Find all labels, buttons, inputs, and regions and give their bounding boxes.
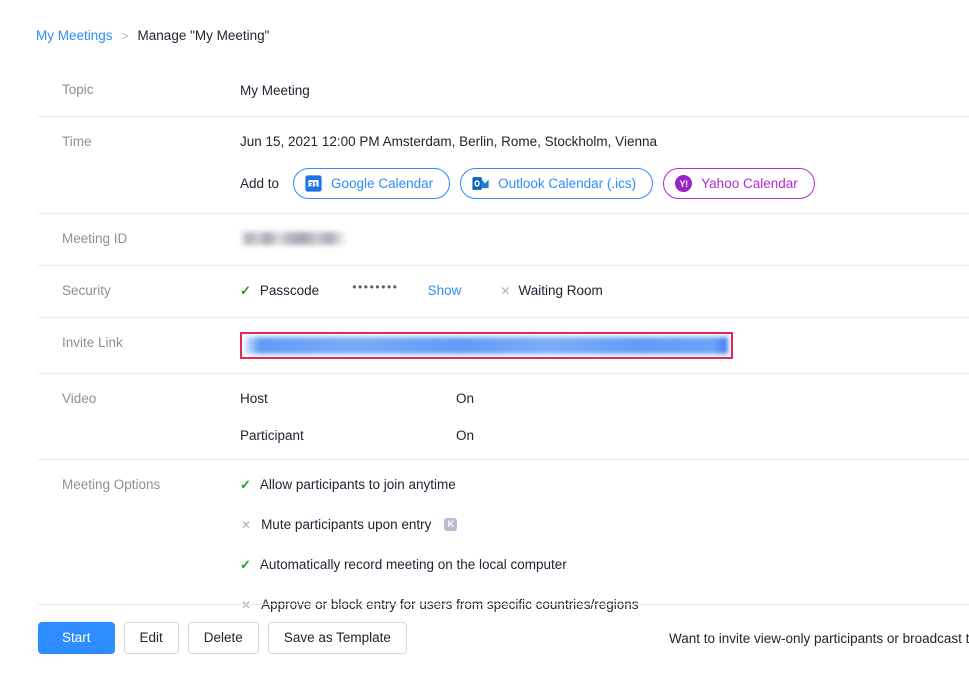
- action-bar: Start Edit Delete Save as Template Want …: [38, 604, 969, 654]
- row-invite-link: Invite Link: [38, 317, 969, 373]
- breadcrumb-separator-icon: >: [121, 28, 129, 43]
- waiting-room-status: ✕ Waiting Room: [500, 281, 602, 300]
- video-participant-state: On: [456, 428, 475, 443]
- meeting-option-label: Mute participants upon entry: [261, 517, 432, 532]
- add-to-calendar-group: Add to 31 Google Calendar Outlook Calend…: [240, 168, 969, 199]
- row-label-invite-link: Invite Link: [62, 335, 123, 350]
- svg-text:31: 31: [309, 180, 318, 189]
- webinar-upsell-note: Want to invite view-only participants or…: [669, 630, 969, 646]
- video-host-row: Host On: [240, 389, 969, 408]
- topic-value: My Meeting: [240, 83, 310, 98]
- row-video: Video Host On Participant On: [38, 373, 969, 459]
- row-label-topic: Topic: [62, 82, 94, 97]
- row-label-security: Security: [62, 283, 111, 298]
- row-label-time: Time: [62, 134, 92, 149]
- breadcrumb-link-my-meetings[interactable]: My Meetings: [36, 28, 113, 43]
- passcode-masked-value: ••••••••: [352, 280, 399, 294]
- start-button[interactable]: Start: [38, 622, 115, 654]
- yahoo-calendar-button-label: Yahoo Calendar: [701, 175, 798, 191]
- breadcrumb: My Meetings > Manage "My Meeting": [0, 0, 969, 43]
- google-calendar-button-label: Google Calendar: [331, 175, 434, 191]
- cross-icon: ✕: [500, 283, 511, 298]
- add-to-label: Add to: [240, 176, 280, 191]
- keyboard-shortcut-badge-icon: K: [444, 518, 458, 531]
- outlook-calendar-button[interactable]: Outlook Calendar (.ics): [460, 168, 654, 199]
- row-value-invite-link: [240, 318, 969, 373]
- check-icon: ✓: [240, 283, 251, 298]
- row-topic: Topic My Meeting: [38, 65, 969, 116]
- cross-icon: ✕: [241, 517, 252, 532]
- meeting-detail-table: Topic My Meeting Time Jun 15, 2021 12:00…: [38, 65, 969, 628]
- row-meeting-options: Meeting Options ✓ Allow participants to …: [38, 459, 969, 628]
- meeting-option-item: ✓ Automatically record meeting on the lo…: [240, 555, 969, 574]
- yahoo-calendar-icon: Y!: [675, 175, 693, 192]
- time-value: Jun 15, 2021 12:00 PM Amsterdam, Berlin,…: [240, 134, 657, 149]
- meeting-option-item: ✓ Allow participants to join anytime: [240, 475, 969, 494]
- outlook-calendar-button-label: Outlook Calendar (.ics): [498, 175, 637, 191]
- edit-button[interactable]: Edit: [123, 622, 179, 654]
- save-as-template-button[interactable]: Save as Template: [267, 622, 407, 654]
- row-value-topic: My Meeting: [240, 65, 969, 116]
- show-passcode-link[interactable]: Show: [428, 281, 462, 300]
- row-label-meeting-id: Meeting ID: [62, 231, 128, 246]
- invite-link-highlight-box: [240, 332, 733, 359]
- row-value-security: ✓ Passcode •••••••• Show ✕ Waiting Room: [240, 266, 969, 314]
- row-time: Time Jun 15, 2021 12:00 PM Amsterdam, Be…: [38, 116, 969, 213]
- row-value-meeting-options: ✓ Allow participants to join anytime ✕ M…: [240, 460, 969, 628]
- yahoo-calendar-button[interactable]: Y! Yahoo Calendar: [663, 168, 815, 199]
- row-label-meeting-options: Meeting Options: [62, 477, 161, 492]
- video-host-label: Host: [240, 391, 268, 406]
- invite-link-redacted-value[interactable]: [245, 337, 728, 354]
- passcode-label: Passcode: [259, 283, 320, 298]
- check-icon: ✓: [240, 557, 251, 572]
- video-participant-row: Participant On: [240, 426, 969, 445]
- google-calendar-button[interactable]: 31 Google Calendar: [293, 168, 451, 199]
- row-security: Security ✓ Passcode •••••••• Show ✕ Wait…: [38, 265, 969, 317]
- video-host-state: On: [456, 391, 475, 406]
- row-value-video: Host On Participant On: [240, 374, 969, 459]
- check-icon: ✓: [240, 477, 251, 492]
- row-label-video: Video: [62, 391, 97, 406]
- meeting-option-label: Automatically record meeting on the loca…: [259, 557, 567, 572]
- row-meeting-id: Meeting ID: [38, 213, 969, 265]
- outlook-calendar-icon: [472, 177, 489, 190]
- breadcrumb-current: Manage "My Meeting": [137, 28, 270, 43]
- row-value-time: Jun 15, 2021 12:00 PM Amsterdam, Berlin,…: [240, 117, 969, 213]
- delete-button[interactable]: Delete: [187, 622, 259, 654]
- video-participant-label: Participant: [240, 428, 304, 443]
- meeting-id-redacted-value: [240, 232, 347, 245]
- row-value-meeting-id: [240, 214, 969, 259]
- meeting-option-label: Allow participants to join anytime: [259, 477, 456, 492]
- google-calendar-icon: 31: [305, 175, 322, 192]
- waiting-room-label: Waiting Room: [518, 283, 603, 298]
- meeting-option-item: ✕ Mute participants upon entry K: [240, 515, 969, 534]
